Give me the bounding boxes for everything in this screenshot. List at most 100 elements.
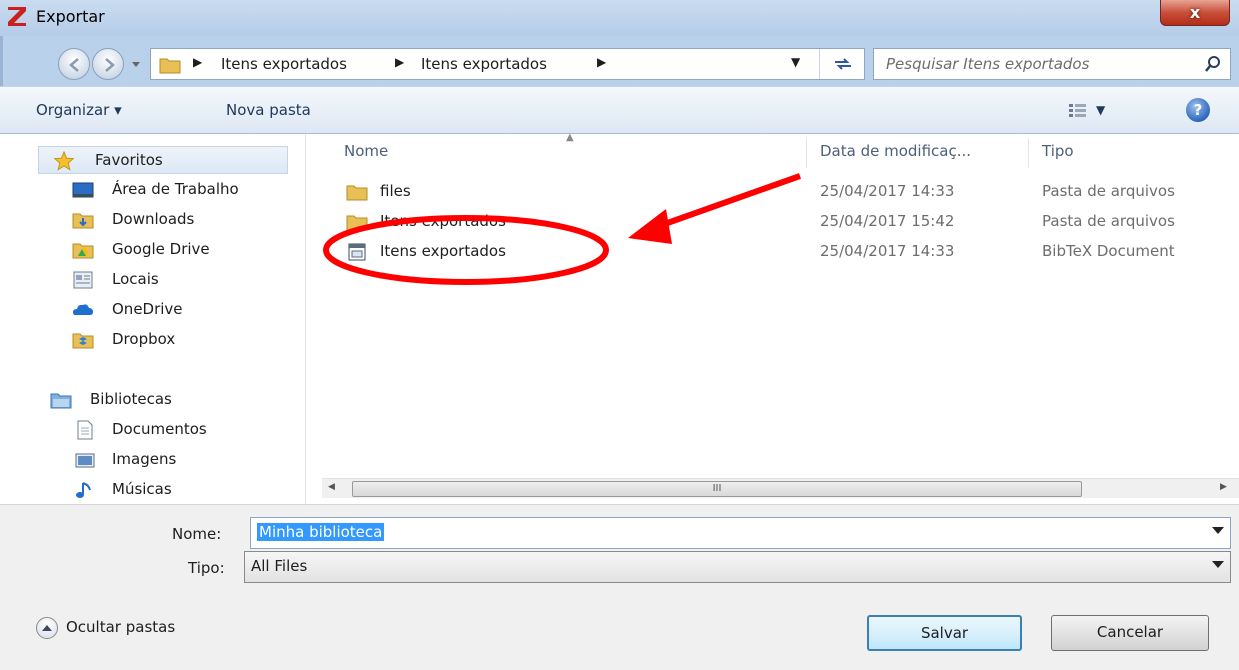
sidebar-item-favorites[interactable]: Favoritos xyxy=(38,146,288,174)
breadcrumb-separator[interactable]: ▶ xyxy=(597,55,606,69)
horizontal-scrollbar[interactable]: ◀ III ▶ xyxy=(322,478,1239,498)
documents-icon xyxy=(77,420,93,440)
file-date: 25/04/2017 14:33 xyxy=(820,182,955,200)
recent-places-icon xyxy=(73,271,93,289)
google-drive-folder-icon xyxy=(72,243,94,259)
sidebar-item-documents[interactable]: Documentos xyxy=(34,416,284,444)
refresh-button[interactable] xyxy=(819,49,866,79)
sidebar-item-dropbox[interactable]: Dropbox xyxy=(34,326,284,354)
scroll-right-arrow-icon[interactable]: ▶ xyxy=(1220,482,1227,492)
new-folder-button[interactable]: Nova pasta xyxy=(226,101,311,119)
file-date: 25/04/2017 14:33 xyxy=(820,242,955,260)
file-name: files xyxy=(380,182,411,200)
content-area: Favoritos Área de Trabalho Downloads Goo… xyxy=(0,132,1239,504)
file-row[interactable]: Itens exportados 25/04/2017 14:33 BibTeX… xyxy=(336,238,1236,266)
scrollbar-thumb[interactable]: III xyxy=(352,481,1082,497)
navigation-pane: Favoritos Área de Trabalho Downloads Goo… xyxy=(34,134,306,504)
back-arrow-icon xyxy=(69,58,79,72)
help-icon[interactable]: ? xyxy=(1186,98,1210,122)
downloads-folder-icon xyxy=(72,213,94,229)
back-button[interactable] xyxy=(58,48,90,80)
sidebar-item-label: Dropbox xyxy=(112,330,176,348)
file-name: Itens exportados xyxy=(380,242,506,260)
onedrive-icon xyxy=(73,304,93,315)
breadcrumb-separator[interactable]: ▶ xyxy=(193,55,202,69)
sidebar-item-label: OneDrive xyxy=(112,300,183,318)
dropbox-icon xyxy=(72,333,94,349)
file-type-select[interactable]: All Files xyxy=(244,551,1231,583)
sidebar-item-pictures[interactable]: Imagens xyxy=(34,446,284,474)
views-dropdown-icon[interactable]: ▼ xyxy=(1096,103,1105,117)
file-type-value: All Files xyxy=(251,557,308,575)
sidebar-item-label: Imagens xyxy=(112,450,177,468)
address-bar[interactable]: ▶ Itens exportados ▶ Itens exportados ▶ … xyxy=(150,48,865,80)
sidebar-item-downloads[interactable]: Downloads xyxy=(34,206,284,234)
zotero-logo-icon xyxy=(8,7,26,26)
search-placeholder: Pesquisar Itens exportados xyxy=(886,55,1090,73)
name-label: Nome: xyxy=(172,525,222,543)
file-row[interactable]: files 25/04/2017 14:33 Pasta de arquivos xyxy=(336,178,1236,206)
breadcrumb-item[interactable]: Itens exportados xyxy=(421,55,547,73)
cancel-button[interactable]: Cancelar xyxy=(1051,615,1209,651)
save-form: Nome: Minha biblioteca Tipo: All Files O… xyxy=(0,504,1239,670)
bibtex-file-icon xyxy=(348,243,366,261)
sidebar-item-label: Downloads xyxy=(112,210,195,228)
file-row[interactable]: Itens exportados 25/04/2017 15:42 Pasta … xyxy=(336,208,1236,236)
sidebar-item-libraries[interactable]: Bibliotecas xyxy=(34,386,284,414)
window-title: Exportar xyxy=(36,7,105,26)
sidebar-item-label: Área de Trabalho xyxy=(112,180,239,198)
file-type: BibTeX Document xyxy=(1042,242,1175,260)
collapse-icon xyxy=(36,617,58,639)
refresh-icon xyxy=(835,58,851,70)
sidebar-item-label: Músicas xyxy=(112,480,172,498)
music-icon xyxy=(76,482,91,498)
chevron-down-icon[interactable] xyxy=(1212,527,1224,534)
file-name-value: Minha biblioteca xyxy=(257,523,385,541)
scroll-left-arrow-icon[interactable]: ◀ xyxy=(328,482,335,492)
type-label: Tipo: xyxy=(188,559,225,577)
sidebar-item-desktop[interactable]: Área de Trabalho xyxy=(34,176,284,204)
folder-icon xyxy=(346,215,368,231)
sidebar-item-onedrive[interactable]: OneDrive xyxy=(34,296,284,324)
column-header-name[interactable]: Nome xyxy=(344,142,388,160)
column-header-date[interactable]: Data de modificaç... xyxy=(820,142,971,160)
close-icon: x xyxy=(1189,3,1201,22)
file-date: 25/04/2017 15:42 xyxy=(820,212,955,230)
star-icon xyxy=(53,150,75,171)
close-button[interactable]: x xyxy=(1160,0,1230,26)
chevron-down-icon[interactable] xyxy=(1212,561,1224,568)
save-button[interactable]: Salvar xyxy=(867,615,1022,651)
pictures-icon xyxy=(75,453,95,468)
views-icon[interactable] xyxy=(1068,102,1088,118)
column-divider[interactable] xyxy=(806,138,807,168)
file-type: Pasta de arquivos xyxy=(1042,212,1175,230)
sidebar-item-label: Google Drive xyxy=(112,240,210,258)
recent-pages-dropdown-icon[interactable] xyxy=(130,58,142,70)
desktop-icon xyxy=(72,182,94,198)
search-input[interactable]: Pesquisar Itens exportados xyxy=(873,48,1231,80)
address-dropdown-icon[interactable]: ▼ xyxy=(791,55,800,69)
title-bar: Exportar x xyxy=(0,0,1239,36)
forward-arrow-icon xyxy=(105,58,115,72)
breadcrumb-separator[interactable]: ▶ xyxy=(395,55,404,69)
libraries-icon xyxy=(50,393,72,409)
organize-button[interactable]: Organizar ▾ xyxy=(36,101,122,119)
file-type: Pasta de arquivos xyxy=(1042,182,1175,200)
file-name: Itens exportados xyxy=(380,212,506,230)
sort-ascending-icon: ▲ xyxy=(566,132,574,143)
column-divider[interactable] xyxy=(1028,138,1029,168)
sidebar-item-label: Locais xyxy=(112,270,159,288)
sidebar-item-music[interactable]: Músicas xyxy=(34,476,284,504)
search-icon[interactable] xyxy=(1204,55,1222,73)
sidebar-item-label: Documentos xyxy=(112,420,207,438)
forward-button[interactable] xyxy=(92,48,124,80)
breadcrumb-item[interactable]: Itens exportados xyxy=(221,55,347,73)
sidebar-item-label: Bibliotecas xyxy=(90,390,172,408)
sidebar-item-label: Favoritos xyxy=(95,151,163,169)
column-header-type[interactable]: Tipo xyxy=(1042,142,1074,160)
address-row: ▶ Itens exportados ▶ Itens exportados ▶ … xyxy=(0,36,1239,86)
file-list: ▲ Nome Data de modificaç... Tipo files 2… xyxy=(310,132,1239,504)
sidebar-item-google-drive[interactable]: Google Drive xyxy=(34,236,284,264)
sidebar-item-recent-places[interactable]: Locais xyxy=(34,266,284,294)
file-name-field[interactable]: Minha biblioteca xyxy=(250,517,1231,549)
